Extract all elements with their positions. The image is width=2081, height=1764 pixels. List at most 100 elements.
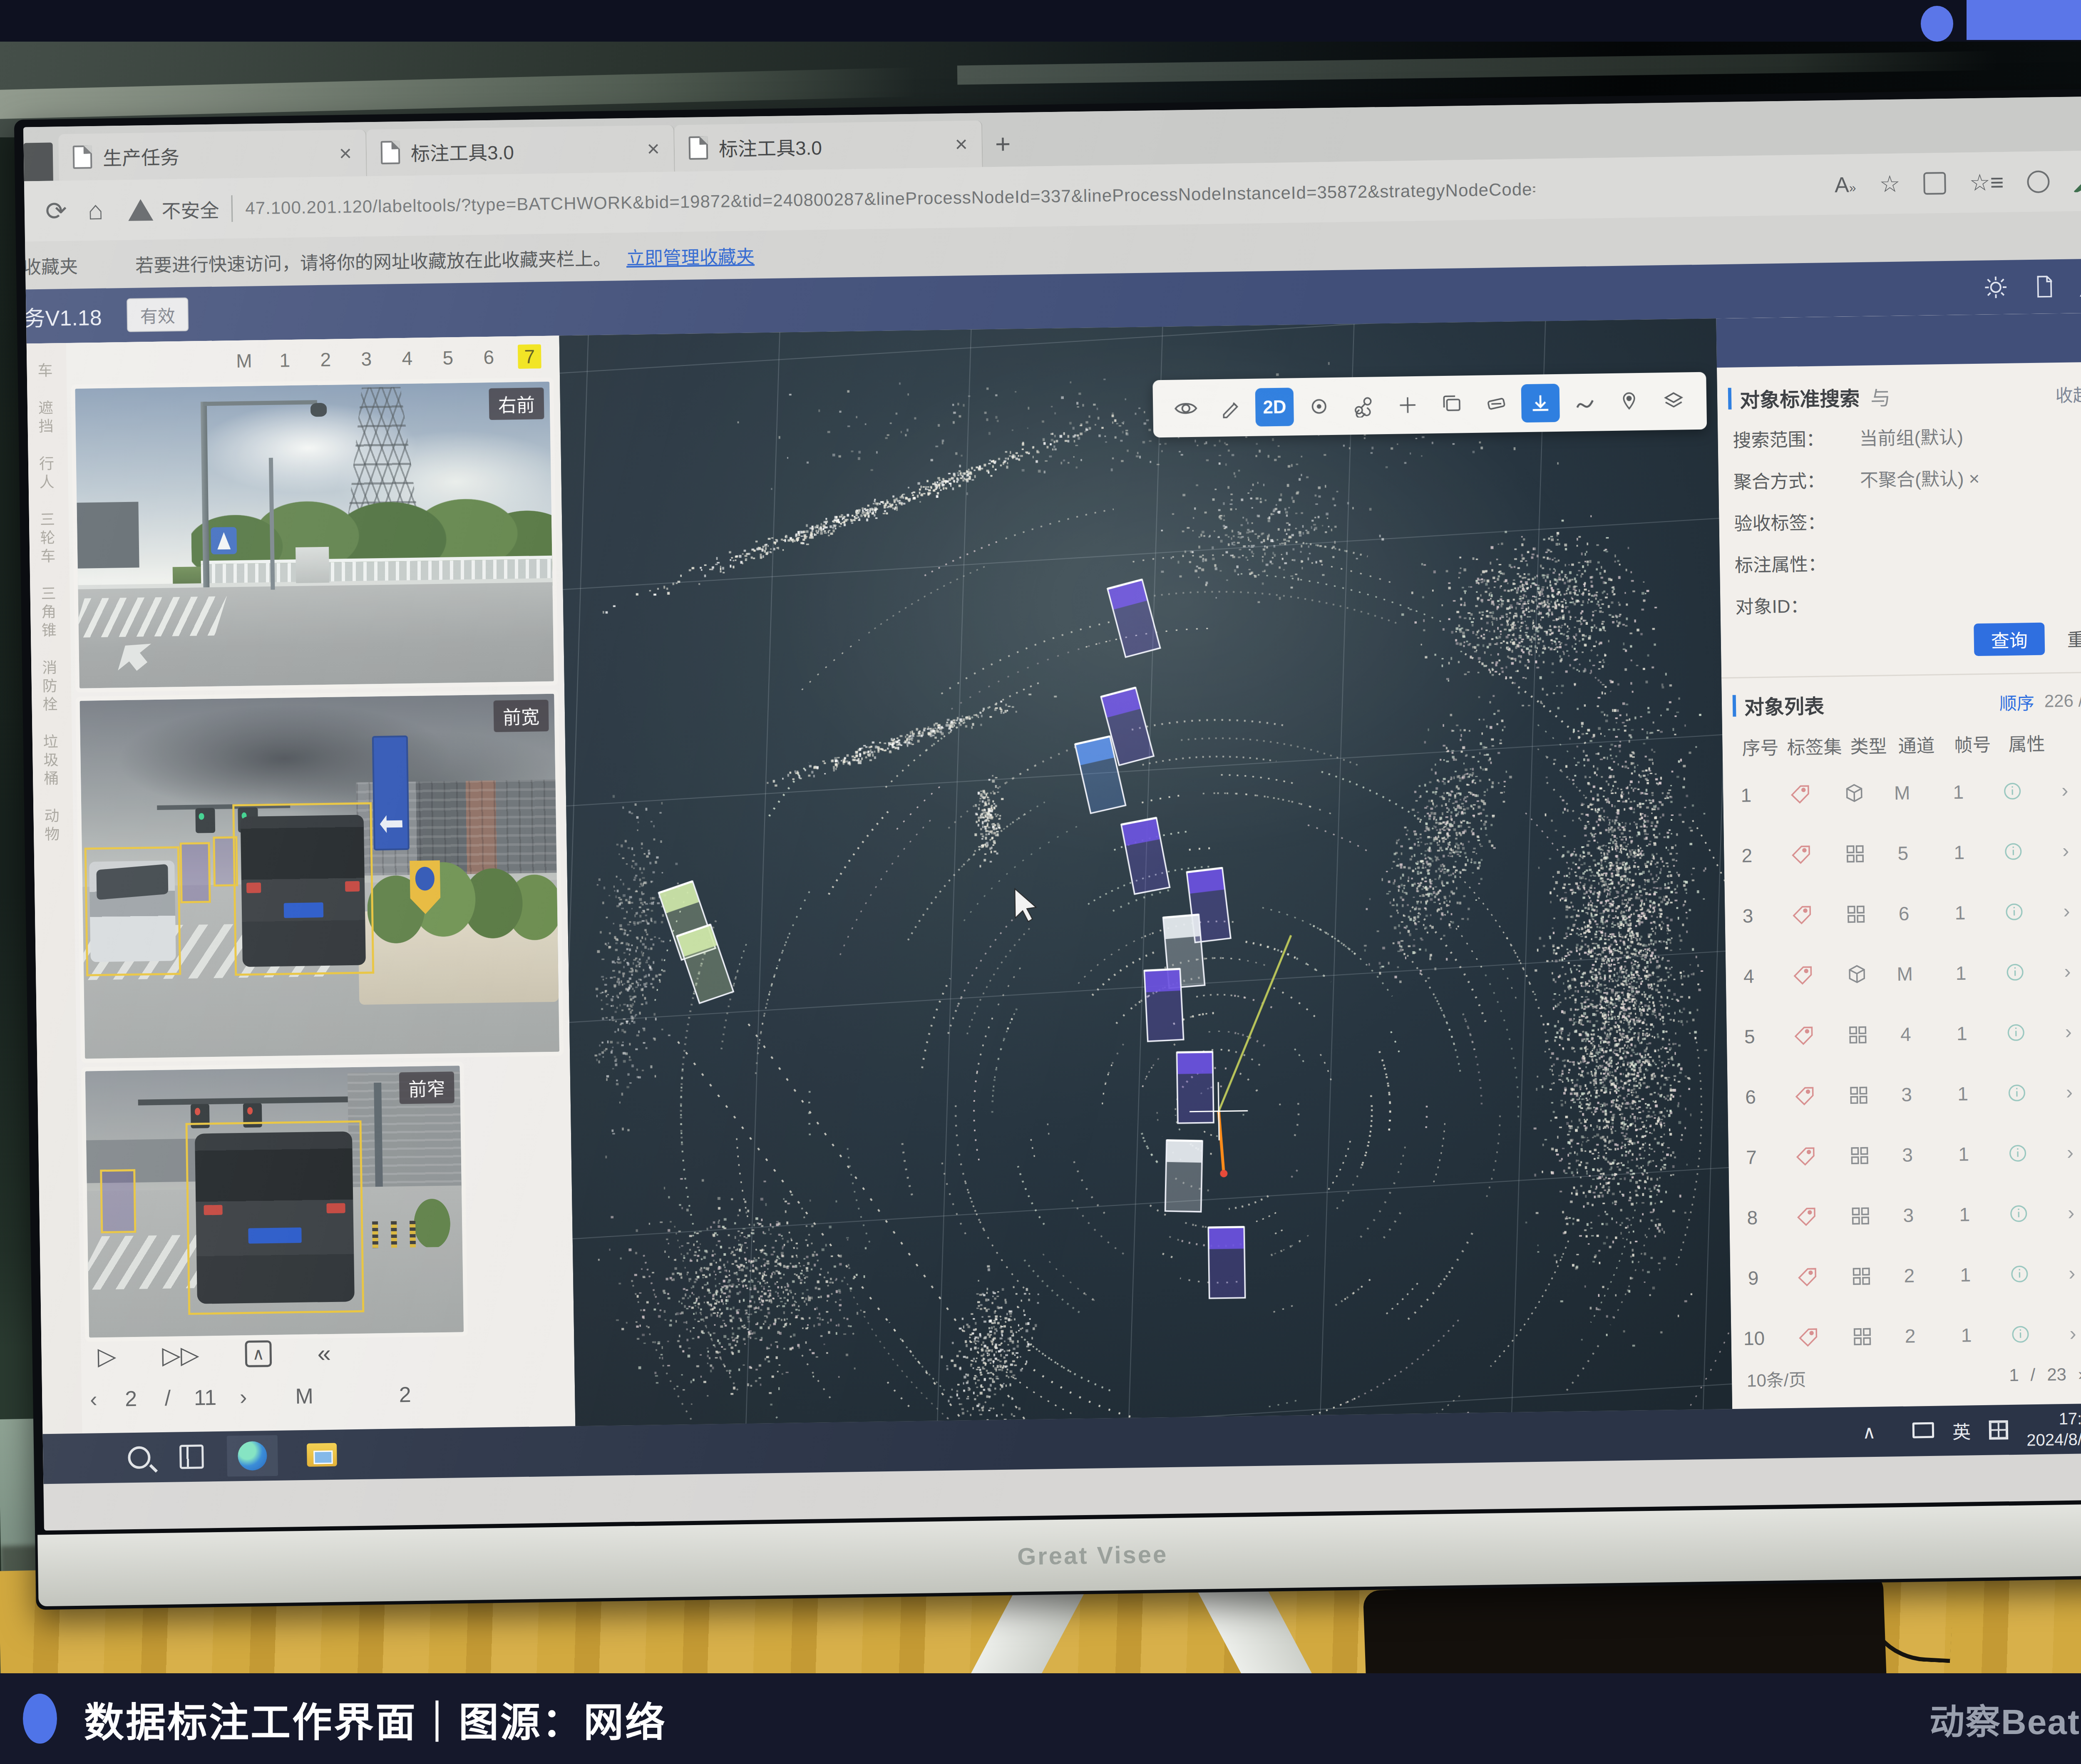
visibility-eye-icon[interactable] — [1167, 389, 1205, 428]
close-icon[interactable]: × — [339, 141, 352, 166]
search-field-value[interactable]: 当前组(默认) — [1859, 422, 1963, 450]
collections-icon[interactable]: ☆≡ — [1969, 169, 2004, 196]
taskbar-search-icon[interactable] — [128, 1446, 151, 1469]
browser-tab[interactable]: 标注工具3.0× — [366, 125, 675, 176]
annotation-bbox[interactable] — [100, 1169, 137, 1234]
info-icon[interactable] — [1993, 1021, 2039, 1043]
camera-view-right-front[interactable]: 右前 — [75, 382, 554, 688]
chevron-right-icon[interactable]: › — [2052, 1201, 2081, 1224]
mode-2d-button[interactable]: 2D — [1255, 388, 1294, 426]
info-icon[interactable] — [1997, 1323, 2044, 1345]
frame-chip[interactable]: M — [232, 349, 256, 372]
frame-chip[interactable]: 5 — [436, 346, 460, 369]
file-explorer-icon[interactable] — [307, 1443, 337, 1467]
object-row[interactable]: 251› — [1723, 820, 2081, 886]
ime-grid-icon[interactable] — [1989, 1420, 2009, 1440]
manage-favorites-link[interactable]: 立即管理收藏夹 — [626, 241, 755, 270]
ime-language-indicator[interactable]: 英 — [1952, 1417, 1971, 1444]
document-icon[interactable] — [2032, 274, 2056, 299]
expand-up-icon[interactable]: ∧ — [245, 1340, 272, 1367]
chevron-right-icon[interactable]: › — [2049, 1020, 2081, 1043]
query-button[interactable]: 查询 — [1974, 623, 2045, 656]
camera-view-front-narrow[interactable]: 前窄 — [85, 1066, 464, 1337]
warning-triangle-icon[interactable] — [2079, 273, 2081, 299]
frame-chip[interactable]: 1 — [273, 349, 297, 372]
home-icon[interactable]: ⌂ — [87, 196, 104, 226]
favorites-star-icon[interactable]: ☆ — [1879, 170, 1900, 198]
chevron-right-icon[interactable]: › — [2054, 1322, 2081, 1345]
list-page-current[interactable]: 1 — [2009, 1365, 2019, 1385]
class-label[interactable]: 动物 — [39, 807, 61, 845]
info-icon[interactable] — [1995, 1142, 2041, 1164]
chevron-right-icon[interactable]: › — [2051, 1140, 2081, 1164]
split-screen-icon[interactable] — [1923, 172, 1946, 195]
class-label[interactable]: 消防栓 — [37, 659, 60, 715]
layers-icon[interactable] — [1654, 382, 1693, 420]
add-plus-icon[interactable] — [1388, 386, 1427, 425]
list-next-page-icon[interactable]: › — [2078, 1364, 2081, 1384]
network-display-icon[interactable] — [1912, 1422, 1934, 1440]
info-icon[interactable] — [1996, 1202, 2042, 1225]
edge-browser-icon[interactable] — [227, 1435, 278, 1477]
frame-chip[interactable]: 3 — [355, 348, 378, 370]
new-tab-button[interactable]: + — [995, 128, 1011, 159]
annotation-bbox[interactable] — [84, 846, 181, 976]
chevron-right-icon[interactable]: › — [2051, 1080, 2081, 1103]
annotation-bbox[interactable] — [185, 1121, 364, 1315]
search-logic-toggle[interactable]: 与 — [1870, 382, 1891, 411]
settings-gear-icon[interactable] — [1983, 274, 2009, 301]
object-row[interactable]: 4M1› — [1726, 940, 2081, 1006]
reset-button[interactable]: 重置 — [2056, 621, 2081, 655]
next-page-icon[interactable]: › — [240, 1384, 247, 1409]
refresh-icon[interactable]: ⟳ — [45, 196, 67, 226]
object-row[interactable]: 361› — [1724, 880, 2081, 946]
read-aloud-icon[interactable]: A» — [1835, 172, 1856, 197]
info-icon[interactable] — [1992, 961, 2038, 983]
chevron-right-icon[interactable]: › — [2047, 839, 2081, 862]
class-label[interactable]: 车 — [32, 363, 55, 381]
search-field-value[interactable]: 不聚合(默认) × — [1860, 464, 1980, 492]
page-size-label[interactable]: 10条/页 — [1747, 1365, 1806, 1391]
class-label[interactable]: 垃圾桶 — [38, 733, 61, 789]
frame-chip[interactable]: 6 — [477, 346, 501, 369]
browser-tab[interactable]: 生产任务× — [58, 129, 367, 181]
tray-chevron-icon[interactable]: ∧ — [1862, 1421, 1876, 1442]
info-icon[interactable] — [1990, 840, 2036, 862]
class-label[interactable]: 三轮车 — [35, 511, 57, 566]
pointcloud-viewport[interactable]: 2D — [559, 318, 1733, 1426]
trajectory-curve-icon[interactable] — [1565, 383, 1604, 422]
class-label[interactable]: 三角锥 — [36, 585, 58, 641]
sort-label[interactable]: 顺序 — [1999, 689, 2034, 715]
info-icon[interactable] — [1991, 900, 2037, 923]
collapse-link[interactable]: 收起 ∧ — [2055, 380, 2081, 407]
info-icon[interactable] — [1997, 1262, 2043, 1285]
link-objects-icon[interactable] — [1344, 386, 1383, 425]
locate-pin-icon[interactable] — [1610, 383, 1649, 421]
frame-chip[interactable]: 2 — [314, 348, 338, 371]
class-label[interactable]: 遮挡 — [33, 400, 55, 437]
collapse-left-icon[interactable]: « — [317, 1339, 331, 1366]
frame-chip[interactable]: 7 — [518, 344, 541, 369]
info-icon[interactable] — [1994, 1081, 2040, 1104]
favorites-label[interactable]: 收藏夹 — [23, 251, 110, 279]
url-text[interactable]: 47.100.201.120/labeltools/?type=BATCHWOR… — [245, 179, 1535, 218]
pointcloud-canvas[interactable] — [559, 318, 1733, 1426]
chevron-right-icon[interactable]: › — [2053, 1261, 2081, 1284]
frame-chip[interactable]: 4 — [395, 347, 419, 370]
task-view-icon[interactable] — [179, 1444, 204, 1469]
object-row[interactable]: 731› — [1728, 1121, 2081, 1188]
close-icon[interactable]: × — [647, 136, 660, 161]
chevron-right-icon[interactable]: › — [2048, 899, 2081, 922]
taskbar-clock[interactable]: 17:14 2024/8/30 — [2026, 1408, 2081, 1451]
object-row[interactable]: 1M1› — [1723, 759, 2081, 825]
start-button-icon[interactable] — [72, 1444, 99, 1473]
prev-page-icon[interactable]: ‹ — [90, 1386, 97, 1411]
camera-view-front-wide[interactable]: 前宽 — [79, 694, 559, 1059]
annotation-bbox[interactable] — [232, 802, 374, 976]
chevron-right-icon[interactable]: › — [2049, 959, 2081, 983]
object-row[interactable]: 631› — [1727, 1061, 2081, 1127]
object-row[interactable]: 831› — [1729, 1182, 2081, 1248]
browser-essentials-icon[interactable] — [2073, 169, 2081, 192]
browser-profile-icon[interactable] — [2027, 170, 2050, 193]
object-row[interactable]: 541› — [1726, 1001, 2081, 1067]
